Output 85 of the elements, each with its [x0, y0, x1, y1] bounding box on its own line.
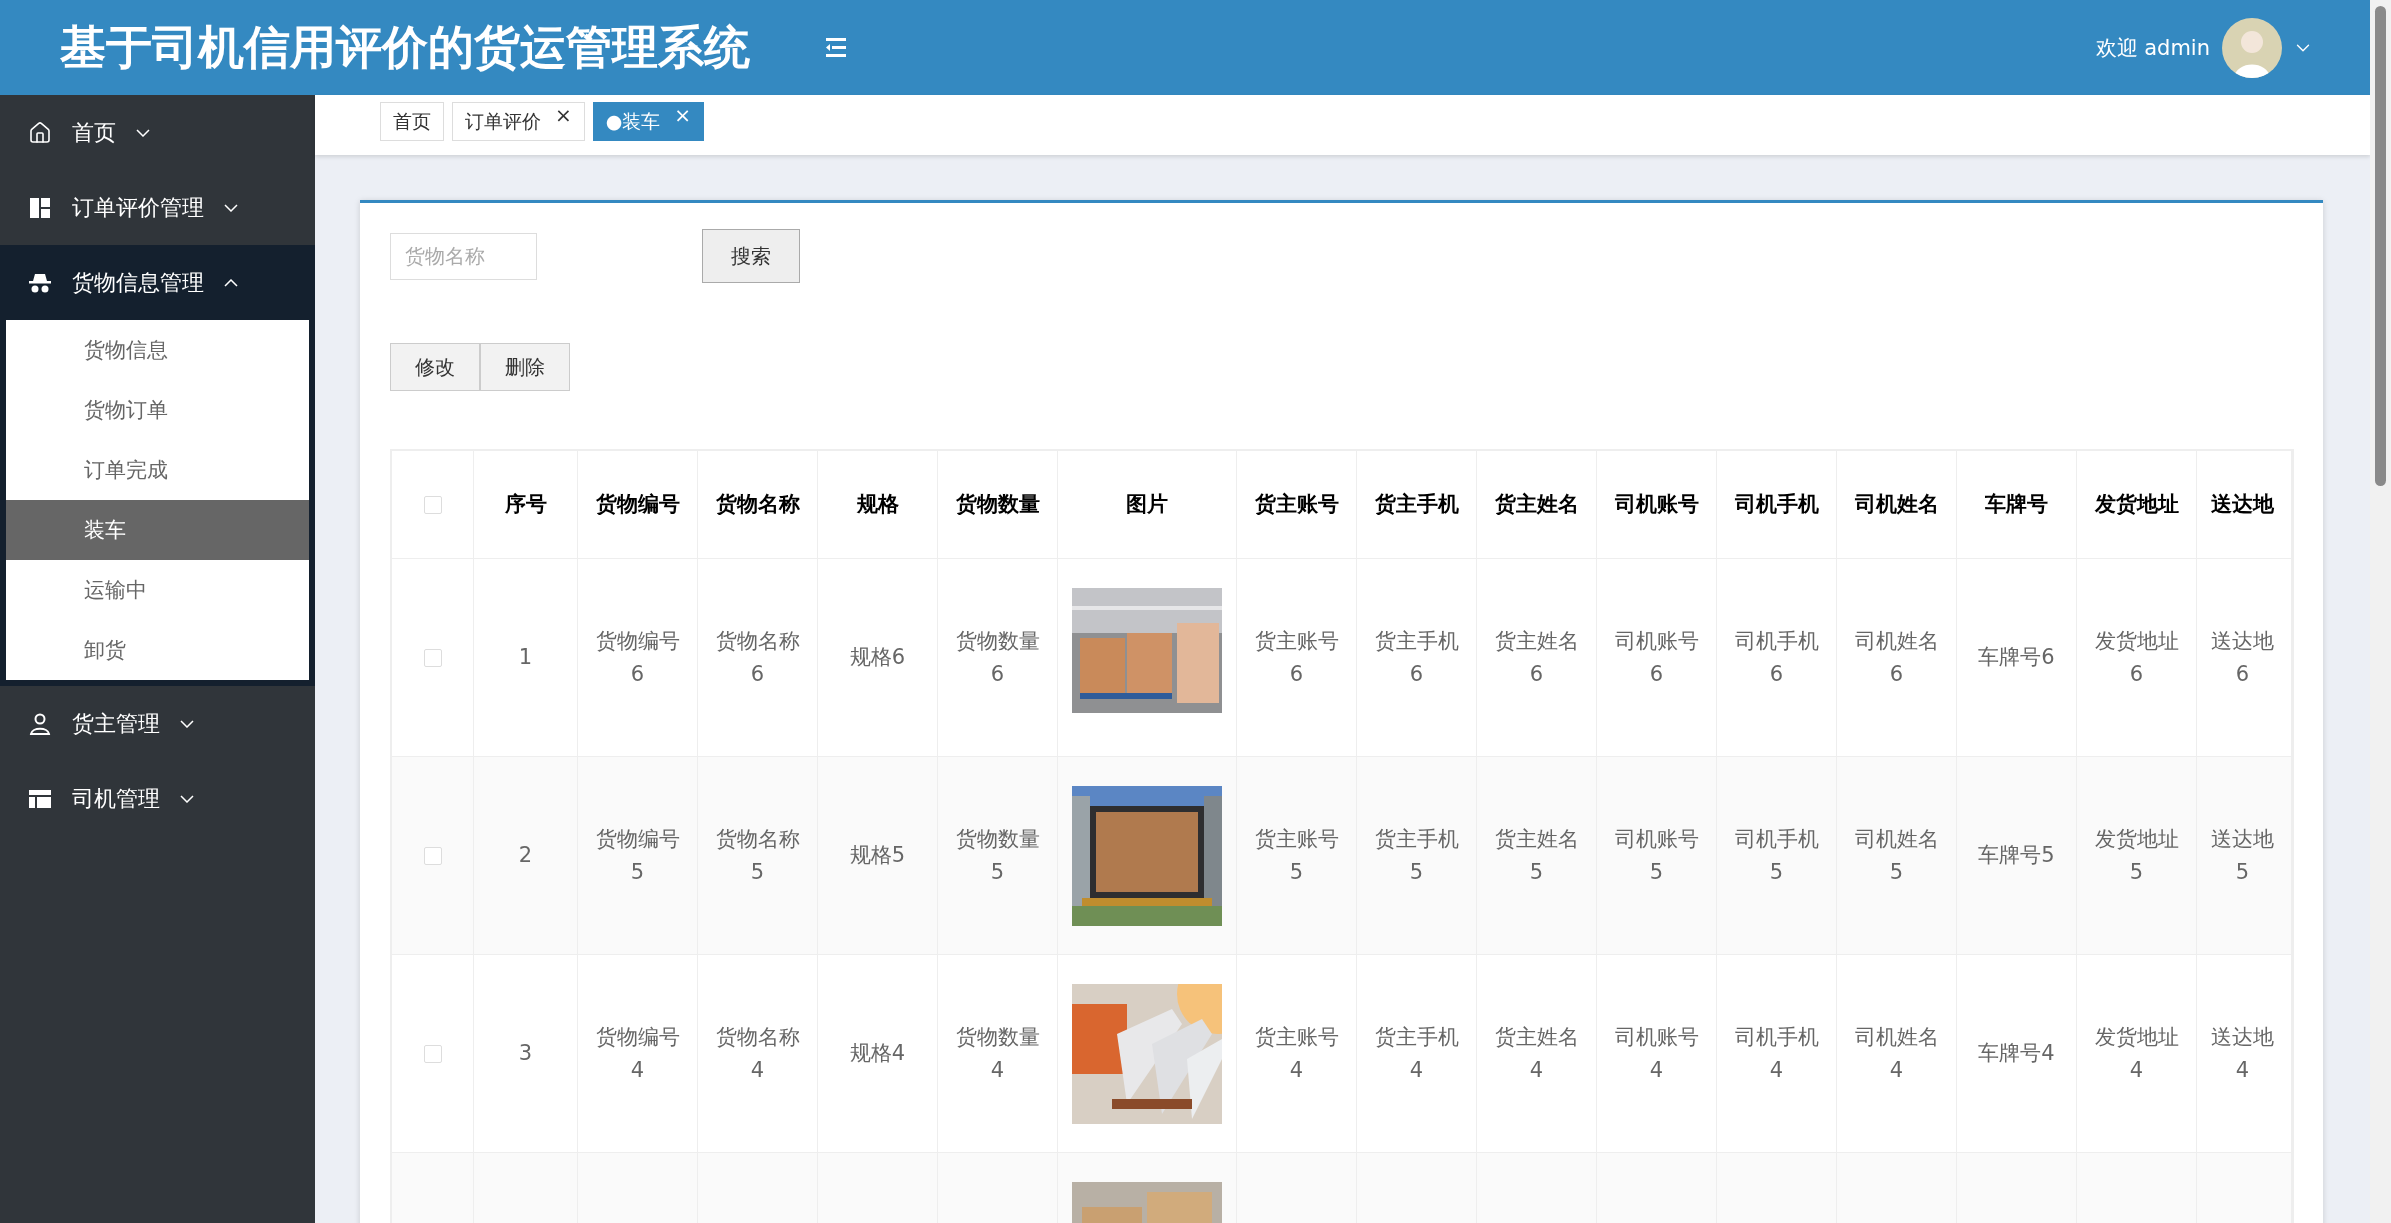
table-cell-text: 发货地址5 — [2093, 825, 2180, 886]
checkbox[interactable] — [423, 846, 442, 865]
column-header: 图片 — [1126, 491, 1168, 519]
table-cell-text: 发货地址4 — [2093, 1023, 2180, 1084]
table-cell-text: 货主姓名4 — [1493, 1023, 1580, 1084]
search-button[interactable]: 搜索 — [702, 229, 800, 283]
chevron-down-icon — [224, 203, 238, 212]
table-cell-text: 货主手机5 — [1373, 825, 1460, 886]
tab[interactable]: ●装车 × — [592, 102, 705, 141]
sidebar-item[interactable]: 货物信息管理 — [0, 245, 315, 320]
table-cell-text: 货物数量4 — [954, 1023, 1041, 1084]
sidebar-item[interactable]: 首页 — [0, 95, 315, 170]
table-cell-text: 司机姓名4 — [1853, 1023, 1940, 1084]
chevron-down-icon — [180, 794, 194, 803]
checkbox[interactable] — [423, 1044, 442, 1063]
chevron-up-icon — [224, 278, 238, 287]
column-header: 货物数量 — [955, 491, 1040, 519]
table-cell-text: 1 — [518, 644, 533, 672]
column-header: 发货地址 — [2094, 491, 2179, 519]
table-cell-text: 货物名称6 — [714, 627, 801, 688]
table-cell-text: 货物编号5 — [594, 825, 681, 886]
table-cell-text: 货物编号4 — [594, 1023, 681, 1084]
table-cell-text: 车牌号6 — [1978, 644, 2055, 672]
table-cell-text: 司机姓名5 — [1853, 825, 1940, 886]
table-cell-text: 发货地址6 — [2093, 627, 2180, 688]
table-cell-text: 货物名称5 — [714, 825, 801, 886]
sidebar-item[interactable]: 司机管理 — [0, 761, 315, 836]
table-cell-text: 2 — [518, 842, 533, 870]
table-cell-text: 货主手机6 — [1373, 627, 1460, 688]
table-cell-text: 司机手机5 — [1733, 825, 1820, 886]
column-header: 货主姓名 — [1494, 491, 1579, 519]
table-cell-text: 司机账号4 — [1613, 1023, 1700, 1084]
submenu-item[interactable]: 装车 — [6, 500, 309, 560]
table-cell-text: 司机账号6 — [1613, 627, 1700, 688]
chevron-down-icon — [136, 128, 150, 137]
search-field[interactable]: 货物名称 — [390, 232, 537, 280]
table-cell-text: 货主手机4 — [1373, 1023, 1460, 1084]
table-cell-text: 司机账号5 — [1613, 825, 1700, 886]
table-cell-text: 车牌号4 — [1978, 1040, 2055, 1068]
dashboard-icon — [28, 195, 52, 220]
sidebar-item[interactable]: 订单评价管理 — [0, 170, 315, 245]
table-cell-text: 司机手机6 — [1733, 627, 1820, 688]
home-icon — [28, 120, 52, 145]
table-cell-text: 司机手机4 — [1733, 1023, 1820, 1084]
action-button[interactable]: 修改 — [390, 343, 480, 391]
column-header: 送达地 — [2211, 491, 2274, 519]
scrollbar[interactable] — [2370, 0, 2391, 1223]
column-header: 车牌号 — [1985, 491, 2048, 519]
user-icon — [28, 711, 52, 736]
column-header: 货主手机 — [1374, 491, 1459, 519]
checkbox[interactable] — [423, 648, 442, 667]
table-cell-text: 货物名称4 — [714, 1023, 801, 1084]
welcome-text: 欢迎 admin — [2095, 34, 2210, 62]
column-header: 货物编号 — [595, 491, 680, 519]
sidebar-item[interactable]: 货主管理 — [0, 686, 315, 761]
table-cell-text: 规格6 — [849, 644, 906, 672]
action-button[interactable]: 删除 — [480, 343, 570, 391]
table-cell-text: 货物编号6 — [594, 627, 681, 688]
table-cell-text: 货主账号6 — [1253, 627, 1340, 688]
tab[interactable]: 首页 — [380, 102, 444, 141]
table-cell-text: 3 — [518, 1040, 533, 1068]
table-cell-text: 车牌号5 — [1978, 842, 2055, 870]
table-cell-text: 货主姓名6 — [1493, 627, 1580, 688]
column-header: 规格 — [856, 491, 899, 519]
table-cell-text: 货物数量6 — [954, 627, 1041, 688]
table-cell-text: 司机姓名6 — [1853, 627, 1940, 688]
table-cell-text: 送达地 4 — [2211, 1023, 2274, 1084]
checkbox[interactable] — [423, 495, 442, 514]
table-cell-text: 规格5 — [849, 842, 906, 870]
table-cell-text: 送达地 6 — [2211, 627, 2274, 688]
column-header: 货物名称 — [715, 491, 800, 519]
table-cell-text: 货主姓名5 — [1493, 825, 1580, 886]
table-cell-text: 送达地 5 — [2211, 825, 2274, 886]
table-cell-text: 规格4 — [849, 1040, 906, 1068]
tab[interactable]: 订单评价 × — [452, 102, 585, 141]
column-header: 司机手机 — [1734, 491, 1819, 519]
column-header: 司机姓名 — [1854, 491, 1939, 519]
chevron-down-icon — [180, 719, 194, 728]
app-title: 基于司机信用评价的货运管理系统 — [60, 18, 751, 76]
table-cell-text: 货主账号4 — [1253, 1023, 1340, 1084]
table-cell-text: 货物数量5 — [954, 825, 1041, 886]
column-header: 司机账号 — [1614, 491, 1699, 519]
table-cell-text: 货主账号5 — [1253, 825, 1340, 886]
column-header: 货主账号 — [1254, 491, 1339, 519]
column-header: 序号 — [504, 491, 547, 519]
